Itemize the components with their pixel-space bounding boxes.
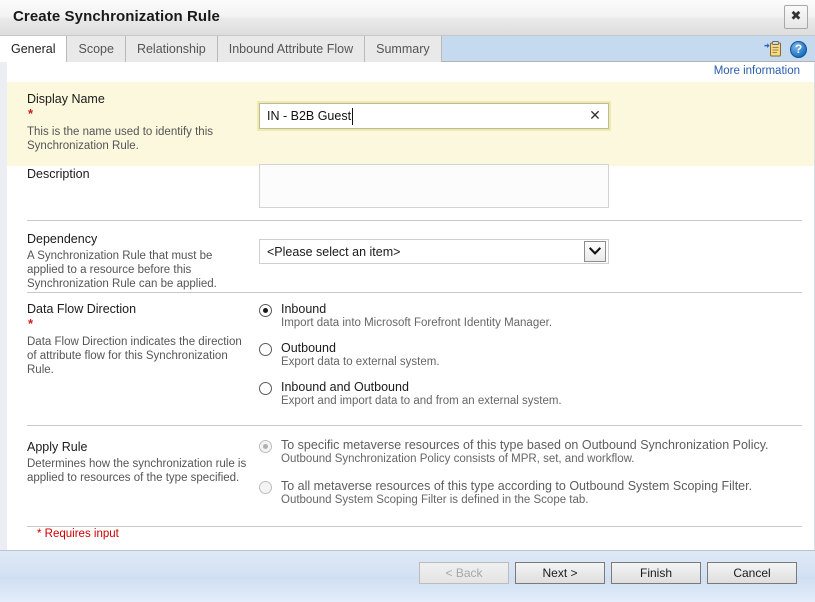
radio-apply-all-label: To all metaverse resources of this type … xyxy=(281,479,753,493)
more-information-row: More information xyxy=(714,65,800,77)
tab-relationship[interactable]: Relationship xyxy=(125,36,218,62)
radio-outbound-label: Outbound xyxy=(281,341,336,355)
requires-input-note: * Requires input xyxy=(37,528,119,540)
apply-rule-help: Determines how the synchronization rule … xyxy=(27,458,247,484)
create-synchronization-rule-dialog: Create Synchronization Rule ✖ General Sc… xyxy=(0,0,815,602)
title-bar: Create Synchronization Rule ✖ xyxy=(0,0,815,36)
tab-list: General Scope Relationship Inbound Attri… xyxy=(0,36,442,62)
tab-inbound-attribute-flow[interactable]: Inbound Attribute Flow xyxy=(217,36,366,62)
data-flow-help: Data Flow Direction indicates the direct… xyxy=(27,336,242,376)
dependency-field-column: <Please select an item> xyxy=(259,239,609,264)
data-flow-label-column: Data Flow Direction * Data Flow Directio… xyxy=(27,302,247,377)
description-textarea[interactable] xyxy=(259,164,609,208)
display-name-input-wrap[interactable]: ✕ xyxy=(257,101,611,131)
tab-general[interactable]: General xyxy=(0,36,68,62)
radio-inbound-and-outbound-sublabel: Export and import data to and from an ex… xyxy=(281,395,562,407)
apply-rule-option-specific[interactable]: To specific metaverse resources of this … xyxy=(259,438,804,465)
dialog-content: More information Display Name * This is … xyxy=(0,62,815,550)
radio-inbound[interactable] xyxy=(259,304,272,317)
display-name-input[interactable] xyxy=(260,104,582,128)
description-title: Description xyxy=(27,167,90,181)
apply-rule-options: To specific metaverse resources of this … xyxy=(259,438,804,506)
apply-rule-option-all[interactable]: To all metaverse resources of this type … xyxy=(259,479,804,506)
finish-button[interactable]: Finish xyxy=(611,562,701,584)
section-display-name: Display Name * This is the name used to … xyxy=(7,82,814,166)
window-title: Create Synchronization Rule xyxy=(13,8,220,25)
dependency-select[interactable]: <Please select an item> xyxy=(259,239,609,264)
radio-outbound-sublabel: Export data to external system. xyxy=(281,356,440,368)
data-flow-options: Inbound Import data into Microsoft Foref… xyxy=(259,302,679,407)
apply-rule-title: Apply Rule xyxy=(27,440,88,454)
data-flow-option-inbound[interactable]: Inbound Import data into Microsoft Foref… xyxy=(259,302,679,329)
radio-apply-all[interactable] xyxy=(259,481,272,494)
radio-apply-specific-label: To specific metaverse resources of this … xyxy=(281,438,769,452)
radio-outbound[interactable] xyxy=(259,343,272,356)
section-dependency: Dependency A Synchronization Rule that m… xyxy=(7,221,814,292)
dialog-button-bar: < Back Next > Finish Cancel xyxy=(0,550,815,602)
tab-strip: General Scope Relationship Inbound Attri… xyxy=(0,36,815,62)
description-field-column xyxy=(259,164,609,213)
radio-inbound-and-outbound-label: Inbound and Outbound xyxy=(281,380,409,394)
chevron-down-icon[interactable] xyxy=(584,241,606,262)
section-description: Description xyxy=(7,164,814,220)
apply-rule-label-column: Apply Rule Determines how the synchroniz… xyxy=(27,440,247,485)
radio-apply-specific-sublabel: Outbound Synchronization Policy consists… xyxy=(281,453,635,465)
display-name-field-column: ✕ xyxy=(257,101,611,131)
close-icon[interactable]: ✖ xyxy=(784,5,808,29)
radio-apply-specific[interactable] xyxy=(259,440,272,453)
radio-inbound-sublabel: Import data into Microsoft Forefront Ide… xyxy=(281,317,553,329)
data-flow-required-marker: * xyxy=(28,316,34,331)
section-apply-rule: Apply Rule Determines how the synchroniz… xyxy=(7,426,814,526)
tab-summary[interactable]: Summary xyxy=(365,36,442,62)
data-flow-title: Data Flow Direction xyxy=(27,302,137,316)
dependency-title: Dependency xyxy=(27,232,98,246)
dialog-buttons: < Back Next > Finish Cancel xyxy=(419,562,797,584)
help-icon[interactable]: ? xyxy=(790,40,807,58)
tab-strip-actions: ? xyxy=(764,40,807,58)
dependency-label-column: Dependency A Synchronization Rule that m… xyxy=(27,232,247,291)
description-label-column: Description xyxy=(27,167,247,182)
data-flow-option-inbound-and-outbound[interactable]: Inbound and Outbound Export and import d… xyxy=(259,380,679,407)
cancel-button[interactable]: Cancel xyxy=(707,562,797,584)
divider-before-footer xyxy=(27,526,802,527)
more-information-link[interactable]: More information xyxy=(714,65,800,77)
tab-scope[interactable]: Scope xyxy=(67,36,126,62)
next-button[interactable]: Next > xyxy=(515,562,605,584)
display-name-title: Display Name xyxy=(27,92,105,106)
back-button[interactable]: < Back xyxy=(419,562,509,584)
section-data-flow-direction: Data Flow Direction * Data Flow Directio… xyxy=(7,293,814,425)
add-clipboard-icon[interactable] xyxy=(764,40,782,58)
display-name-required-marker: * xyxy=(28,106,34,121)
radio-inbound-label: Inbound xyxy=(281,302,327,316)
dependency-help: A Synchronization Rule that must be appl… xyxy=(27,250,217,290)
dependency-select-value: <Please select an item> xyxy=(267,244,401,259)
display-name-label-column: Display Name * This is the name used to … xyxy=(27,92,247,153)
data-flow-option-outbound[interactable]: Outbound Export data to external system. xyxy=(259,341,679,368)
clear-icon[interactable]: ✕ xyxy=(582,104,608,128)
display-name-help: This is the name used to identify this S… xyxy=(27,126,214,152)
radio-apply-all-sublabel: Outbound System Scoping Filter is define… xyxy=(281,494,589,506)
radio-inbound-and-outbound[interactable] xyxy=(259,382,272,395)
